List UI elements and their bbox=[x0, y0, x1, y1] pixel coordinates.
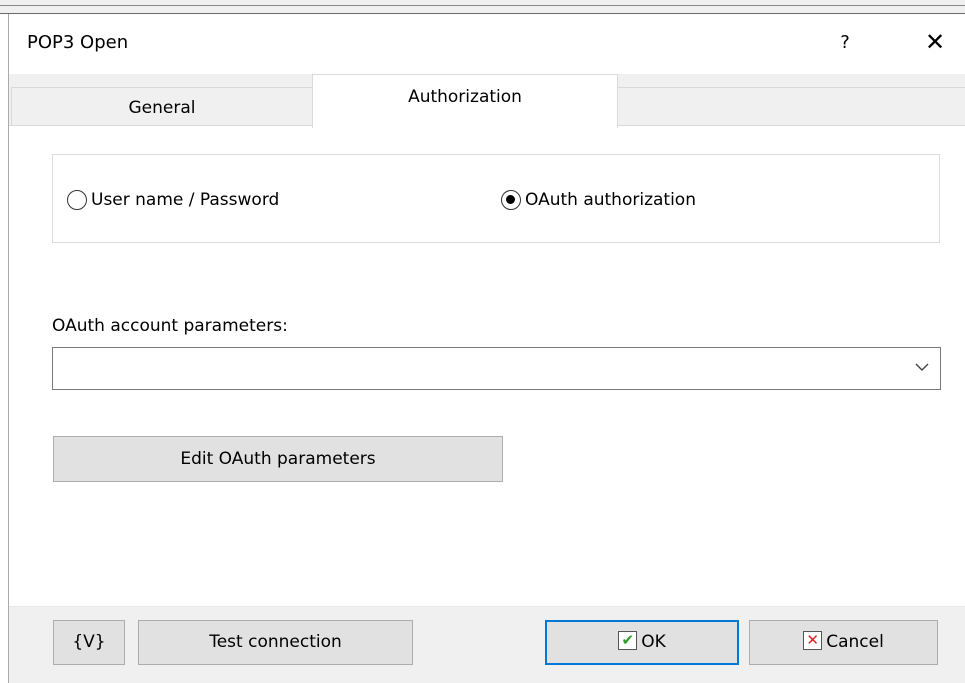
authorization-panel: User name / Password OAuth authorization… bbox=[9, 126, 965, 606]
background-window-edge bbox=[0, 0, 965, 14]
pop3-open-dialog: POP3 Open ? ✕ General Authorization User… bbox=[8, 14, 965, 683]
radio-username-password[interactable]: User name / Password bbox=[67, 188, 279, 212]
ok-button[interactable]: ✔ OK bbox=[545, 620, 739, 665]
tab-strip: General Authorization bbox=[9, 74, 965, 128]
chevron-down-icon[interactable] bbox=[908, 348, 936, 389]
variables-button[interactable]: {V} bbox=[53, 620, 125, 665]
radio-checked-icon bbox=[501, 190, 521, 210]
x-icon: ✕ bbox=[803, 630, 823, 650]
checkmark-icon: ✔ bbox=[618, 630, 638, 650]
cancel-button[interactable]: ✕ Cancel bbox=[749, 620, 938, 665]
radio-username-password-label: User name / Password bbox=[91, 190, 280, 210]
radio-oauth-authorization-label: OAuth authorization bbox=[525, 190, 696, 210]
ok-button-label: OK bbox=[641, 632, 666, 652]
window-title: POP3 Open bbox=[27, 32, 129, 53]
close-icon[interactable]: ✕ bbox=[919, 26, 951, 60]
tab-general[interactable]: General bbox=[11, 87, 313, 126]
cancel-button-label: Cancel bbox=[826, 632, 884, 652]
oauth-params-label: OAuth account parameters: bbox=[52, 316, 288, 336]
test-connection-button[interactable]: Test connection bbox=[138, 620, 413, 665]
tab-authorization[interactable]: Authorization bbox=[312, 74, 618, 128]
auth-mode-group: User name / Password OAuth authorization bbox=[52, 154, 940, 243]
radio-oauth-authorization[interactable]: OAuth authorization bbox=[501, 188, 696, 212]
dialog-footer: {V} Test connection ✔ OK ✕ Cancel bbox=[9, 606, 965, 683]
help-button[interactable]: ? bbox=[829, 28, 861, 60]
oauth-params-dropdown[interactable] bbox=[52, 347, 941, 390]
title-bar: POP3 Open ? ✕ bbox=[9, 14, 965, 74]
radio-unchecked-icon bbox=[67, 190, 87, 210]
edit-oauth-parameters-button[interactable]: Edit OAuth parameters bbox=[53, 436, 503, 482]
